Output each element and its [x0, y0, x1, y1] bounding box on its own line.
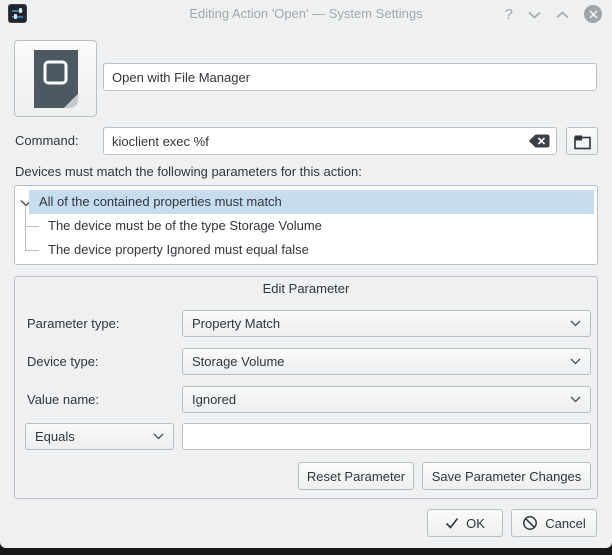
tree-branch-line — [25, 207, 26, 250]
tree-branch-tick — [25, 250, 39, 251]
action-icon-button[interactable] — [14, 40, 97, 117]
action-name-input[interactable] — [103, 63, 597, 91]
minimize-button[interactable] — [528, 7, 541, 22]
chevron-down-icon — [570, 396, 581, 403]
reset-parameter-label: Reset Parameter — [307, 469, 405, 484]
save-parameter-button[interactable]: Save Parameter Changes — [422, 462, 591, 490]
value-name-value: Ignored — [192, 392, 570, 407]
cancel-icon — [522, 515, 538, 531]
dialog-window: Editing Action 'Open' — System Settings … — [0, 0, 612, 548]
check-icon — [445, 517, 459, 529]
tree-item-property[interactable]: The device property Ignored must equal f… — [48, 238, 594, 262]
file-manager-icon — [33, 50, 79, 108]
value-name-label: Value name: — [27, 386, 99, 413]
help-button[interactable]: ? — [505, 6, 513, 23]
clear-text-icon[interactable] — [528, 134, 550, 148]
tree-branch-tick — [25, 226, 39, 227]
parameter-type-label: Parameter type: — [27, 310, 120, 337]
close-icon — [589, 10, 598, 19]
folder-icon — [573, 133, 592, 150]
window-controls: ? — [505, 0, 602, 28]
command-label: Command: — [15, 127, 79, 155]
value-field-wrap — [182, 423, 591, 450]
cancel-button[interactable]: Cancel — [511, 509, 597, 537]
maximize-button[interactable] — [556, 7, 569, 22]
operator-value: Equals — [35, 429, 153, 444]
device-type-label: Device type: — [27, 348, 99, 375]
ok-button[interactable]: OK — [427, 509, 503, 537]
tree-item-device-type[interactable]: The device must be of the type Storage V… — [48, 214, 594, 238]
chevron-down-icon — [153, 433, 164, 440]
titlebar[interactable]: Editing Action 'Open' — System Settings … — [0, 0, 612, 28]
command-field-wrap — [103, 127, 557, 155]
parameters-tree: All of the contained properties must mat… — [14, 185, 598, 265]
tree-item-root-selected[interactable]: All of the contained properties must mat… — [29, 190, 594, 214]
reset-parameter-button[interactable]: Reset Parameter — [298, 462, 414, 490]
device-type-value: Storage Volume — [192, 354, 570, 369]
save-parameter-label: Save Parameter Changes — [432, 469, 582, 484]
value-name-combobox[interactable]: Ignored — [182, 386, 591, 413]
parameters-caption: Devices must match the following paramet… — [15, 159, 362, 184]
parameter-type-combobox[interactable]: Property Match — [182, 310, 591, 337]
action-name-field-wrap — [103, 63, 597, 91]
edit-parameter-groupbox: Edit Parameter Parameter type: Property … — [14, 276, 598, 499]
chevron-down-icon — [570, 358, 581, 365]
ok-label: OK — [466, 516, 485, 531]
chevron-down-icon — [570, 320, 581, 327]
close-button[interactable] — [584, 5, 602, 23]
browse-file-button[interactable] — [566, 127, 598, 155]
parameter-type-value: Property Match — [192, 316, 570, 331]
operator-combobox[interactable]: Equals — [25, 423, 174, 450]
groupbox-title: Edit Parameter — [15, 281, 597, 296]
value-input[interactable] — [182, 423, 591, 450]
cancel-label: Cancel — [545, 516, 585, 531]
device-type-combobox[interactable]: Storage Volume — [182, 348, 591, 375]
command-input[interactable] — [103, 127, 557, 155]
